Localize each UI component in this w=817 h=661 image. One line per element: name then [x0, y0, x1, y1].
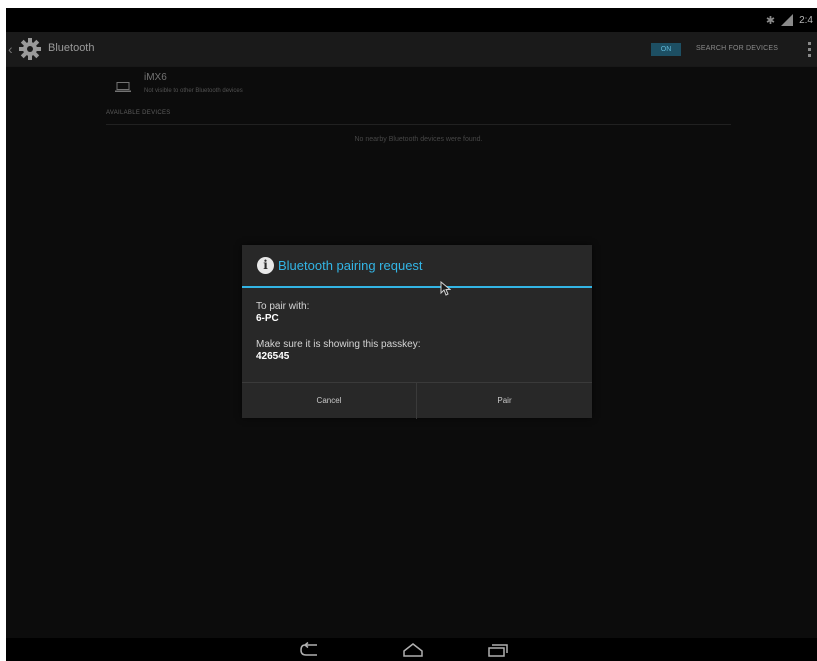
android-screen: ✱ 2:4 ‹ Bluetooth ON SEARCH FOR DEVICES: [6, 8, 817, 661]
pair-with-label: To pair with:: [256, 301, 310, 312]
dialog-header: i Bluetooth pairing request: [242, 245, 592, 296]
navigation-bar: [6, 638, 817, 661]
passkey-label: Make sure it is showing this passkey:: [256, 339, 421, 350]
dialog-title: Bluetooth pairing request: [278, 258, 423, 273]
cancel-button[interactable]: Cancel: [242, 383, 417, 419]
pair-button[interactable]: Pair: [417, 383, 592, 419]
signal-icon: [781, 14, 794, 26]
status-icons: ✱ 2:4: [766, 12, 813, 28]
home-icon[interactable]: [402, 642, 424, 658]
passkey-value: 426545: [256, 351, 290, 362]
search-for-devices-button[interactable]: SEARCH FOR DEVICES: [688, 41, 816, 57]
info-icon: i: [257, 257, 274, 274]
action-bar: ‹ Bluetooth ON SEARCH FOR DEVICES: [6, 32, 817, 67]
dialog-button-bar: Cancel Pair: [242, 382, 592, 419]
recent-apps-icon[interactable]: [487, 642, 509, 658]
bluetooth-toggle[interactable]: ON: [651, 43, 681, 56]
overflow-menu-icon[interactable]: [808, 42, 811, 58]
status-time: 2:4: [799, 14, 813, 26]
gear-icon[interactable]: [18, 37, 42, 61]
up-caret-icon[interactable]: ‹: [8, 41, 13, 57]
bluetooth-status-icon: ✱: [765, 14, 776, 27]
pair-device-name: 6-PC: [256, 313, 279, 324]
dialog-body: To pair with: 6-PC Make sure it is showi…: [256, 301, 576, 363]
status-bar: ✱ 2:4: [6, 8, 817, 32]
back-icon[interactable]: [299, 642, 321, 658]
pairing-dialog: i Bluetooth pairing request To pair with…: [242, 245, 592, 419]
page-title: Bluetooth: [48, 42, 95, 54]
mouse-cursor-icon: [440, 281, 451, 296]
